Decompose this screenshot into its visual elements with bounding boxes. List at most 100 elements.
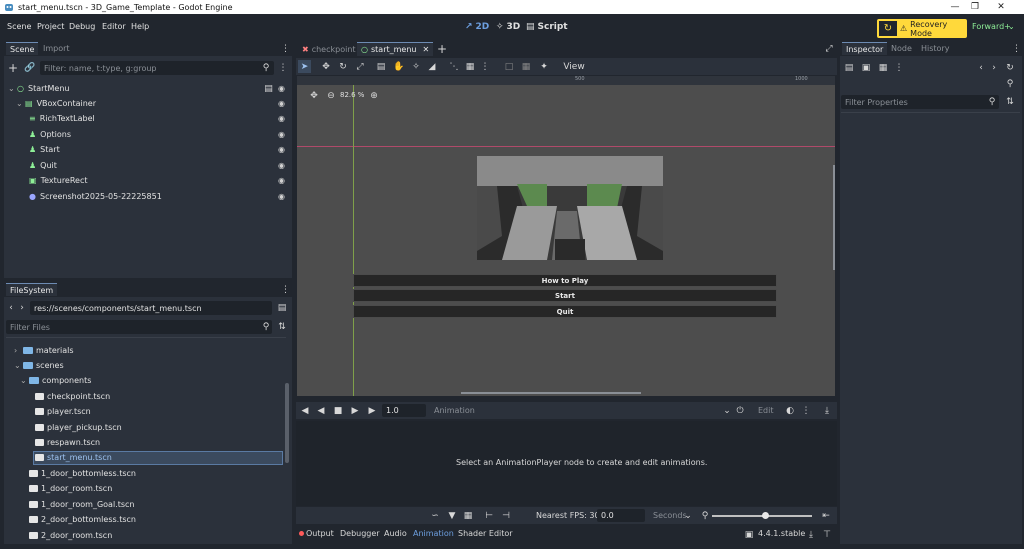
grid-snap-icon[interactable]: ▦	[464, 60, 476, 73]
chevron-down-icon[interactable]: ⌄	[683, 510, 693, 521]
visibility-eye-icon[interactable]: ◉	[277, 99, 286, 108]
animation-select[interactable]: Animation	[430, 404, 730, 417]
quit-button[interactable]: Quit	[353, 305, 777, 318]
tree-item-vboxcontainer[interactable]: ⌄ ▤ VBoxContainer	[16, 96, 96, 111]
tree-item-start[interactable]: ♟ Start	[29, 142, 60, 157]
split-view-icon[interactable]: ▤	[276, 302, 288, 314]
viewport-hscroll[interactable]	[461, 392, 641, 394]
pin-icon[interactable]: ⤓	[822, 405, 832, 416]
menu-editor[interactable]: Editor	[102, 22, 126, 31]
visibility-eye-icon[interactable]: ◉	[277, 161, 286, 170]
visibility-eye-icon[interactable]: ◉	[277, 176, 286, 185]
tab-scene[interactable]: Scene	[6, 42, 39, 55]
snap-keys-icon[interactable]: ⊣	[501, 510, 511, 521]
save-icon[interactable]: ▦	[878, 62, 888, 73]
add-tab-icon[interactable]: +	[436, 42, 448, 56]
play-from-start-icon[interactable]: ▶	[350, 405, 360, 416]
pan-mode-icon[interactable]: ✋	[393, 60, 405, 73]
autoplay-icon[interactable]: ⏻	[735, 405, 745, 416]
filter-files-input[interactable]: Filter Files	[6, 320, 272, 334]
tab-history[interactable]: History	[917, 42, 953, 55]
menu-project[interactable]: Project	[37, 22, 64, 31]
play-backward-from-end-icon[interactable]: ◀	[316, 405, 326, 416]
path-field[interactable]: res://scenes/components/start_menu.tscn	[30, 301, 272, 315]
file-player[interactable]: player.tscn	[35, 404, 91, 419]
version-label[interactable]: 4.4.1.stable	[758, 529, 805, 538]
lock-icon[interactable]: □	[503, 60, 515, 73]
viewport-vscroll[interactable]	[833, 165, 835, 270]
smart-snap-icon[interactable]: ⋱	[448, 60, 460, 73]
filesystem-scrollbar[interactable]	[285, 383, 289, 463]
kebab-menu-icon[interactable]: ⋮	[1012, 43, 1021, 54]
start-button[interactable]: Start	[353, 289, 777, 302]
kebab-menu-icon[interactable]: ⋮	[481, 60, 490, 73]
group-icon[interactable]: ▦	[520, 60, 532, 73]
visibility-eye-icon[interactable]: ◉	[277, 114, 286, 123]
link-icon[interactable]: 🔗	[24, 62, 36, 74]
ruler-icon[interactable]: ◢	[426, 60, 438, 73]
tree-item-options[interactable]: ♟ Options	[29, 127, 71, 142]
how-to-play-button[interactable]: How to Play	[353, 274, 777, 287]
workspace-2d-button[interactable]: ↗ 2D	[465, 19, 489, 35]
skeleton-icon[interactable]: ✦	[538, 60, 550, 73]
sort-icon[interactable]: ⇅	[1005, 96, 1015, 108]
workspace-script-button[interactable]: ▤ Script	[526, 19, 568, 35]
add-node-icon[interactable]: +	[7, 61, 19, 75]
new-resource-icon[interactable]: ▤	[844, 62, 854, 73]
chevron-down-icon[interactable]: ⌄	[722, 405, 732, 416]
menu-debug[interactable]: Debug	[69, 22, 95, 31]
pivot-icon[interactable]: ✧	[410, 60, 422, 73]
scene-filter-input[interactable]: Filter: name, t:type, g:group	[40, 61, 274, 75]
kebab-menu-icon[interactable]: ⋮	[281, 43, 290, 54]
file-2-door-bottomless[interactable]: 2_door_bottomless.tscn	[29, 512, 136, 527]
close-icon[interactable]: ✕	[422, 45, 429, 54]
tree-item-startmenu[interactable]: ⌄ ○ StartMenu	[8, 81, 70, 96]
file-checkpoint[interactable]: checkpoint.tscn	[35, 389, 110, 404]
forward-chevron-icon[interactable]: ›	[18, 302, 26, 314]
tab-inspector[interactable]: Inspector	[842, 42, 888, 55]
zoom-slider-handle[interactable]	[762, 512, 769, 519]
forward-chevron-icon[interactable]: ›	[990, 62, 998, 73]
zoom-in-icon[interactable]: ⊕	[369, 91, 379, 101]
tab-debugger[interactable]: Debugger	[340, 529, 380, 538]
file-2-door-room[interactable]: 2_door_room.tscn	[29, 528, 112, 543]
tree-item-richtextlabel[interactable]: ≡ RichTextLabel	[29, 111, 95, 126]
workspace-3d-button[interactable]: ✧ 3D	[496, 19, 520, 35]
kebab-menu-icon[interactable]: ⋮	[281, 284, 290, 295]
view-menu[interactable]: View	[563, 60, 584, 73]
fit-icon[interactable]: ⇤	[821, 510, 831, 521]
tree-item-texturerect[interactable]: ▣ TextureRect	[29, 173, 88, 188]
screenshot-texture[interactable]	[477, 156, 663, 260]
file-respawn[interactable]: respawn.tscn	[35, 435, 100, 450]
file-1-door-room[interactable]: 1_door_room.tscn	[29, 481, 112, 496]
recovery-mode-button[interactable]: ↻ ⚠ Recovery Mode	[877, 19, 967, 38]
file-1-door-bottomless[interactable]: 1_door_bottomless.tscn	[29, 466, 136, 481]
rotate-mode-icon[interactable]: ↻	[337, 60, 349, 73]
animation-step-field[interactable]: 0.0	[597, 509, 645, 522]
selectable-icon[interactable]: ▤	[375, 60, 387, 73]
renderer-select[interactable]: Forward+	[972, 22, 1011, 31]
object-properties-icon[interactable]: ⚲	[1005, 78, 1015, 89]
folder-scenes[interactable]: ⌄ scenes	[14, 358, 64, 373]
canvas-viewport[interactable]: ✥ ⊖ 82.6 % ⊕ How to Play Start Quit	[297, 85, 835, 396]
play-backward-icon[interactable]: ◀	[300, 405, 310, 416]
load-resource-icon[interactable]: ▣	[861, 62, 871, 73]
expand-icon[interactable]: ⊤	[822, 529, 832, 540]
back-chevron-icon[interactable]: ‹	[7, 302, 15, 314]
menu-help[interactable]: Help	[131, 22, 149, 31]
play-icon[interactable]: ▶	[367, 405, 377, 416]
time-units-select[interactable]: Seconds	[653, 511, 687, 520]
visibility-eye-icon[interactable]: ◉	[277, 145, 286, 154]
tree-item-screenshot[interactable]: ● Screenshot2025-05-22225851	[29, 189, 162, 204]
zoom-icon[interactable]: ⚲	[700, 510, 710, 521]
kebab-menu-icon[interactable]: ⋮	[278, 62, 288, 74]
back-chevron-icon[interactable]: ‹	[977, 62, 985, 73]
kebab-menu-icon[interactable]: ⋮	[895, 62, 904, 73]
filter-icon[interactable]: ▼	[447, 510, 457, 521]
distraction-free-icon[interactable]: ⤢	[823, 43, 835, 55]
folder-components[interactable]: ⌄ components	[20, 373, 91, 388]
kebab-menu-icon[interactable]: ⋮	[802, 405, 811, 416]
scale-mode-icon[interactable]: ⤢	[354, 60, 366, 73]
file-1-door-room-goal[interactable]: 1_door_room_Goal.tscn	[29, 497, 134, 512]
move-mode-icon[interactable]: ✥	[320, 60, 332, 73]
